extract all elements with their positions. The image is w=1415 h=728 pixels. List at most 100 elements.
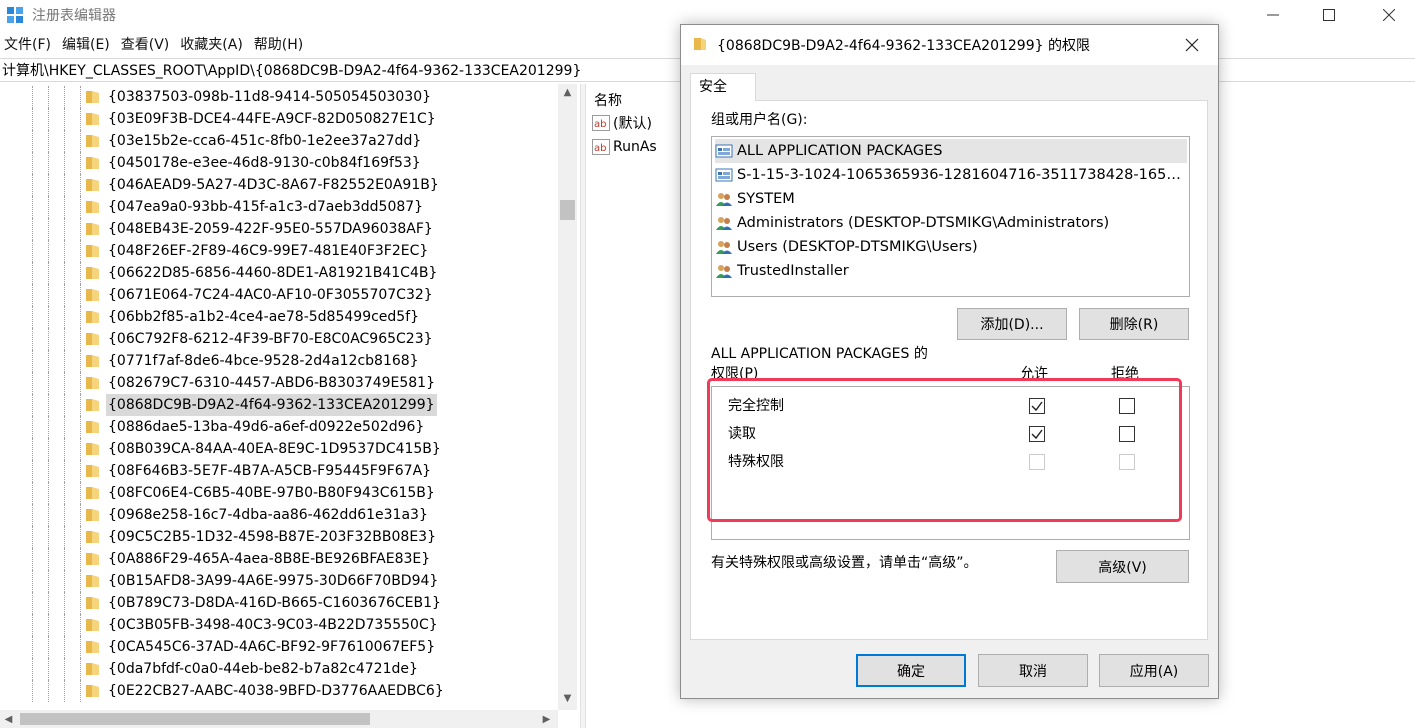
tree-vertical-scrollbar[interactable]: ▲ ▼ [558, 84, 577, 710]
tree-guide-line [64, 240, 65, 262]
folder-icon [694, 38, 706, 50]
tree-item[interactable]: {03e15b2e-cca6-451c-8fb0-1e2ee37a27dd} [0, 130, 560, 152]
tree-horizontal-scrollbar[interactable]: ◀ ▶ [0, 710, 558, 728]
user-list-item[interactable]: SYSTEM [715, 187, 1187, 211]
tree-item-label: {048EB43E-2059-422F-95E0-557DA96038AF} [108, 221, 433, 237]
tree-item[interactable]: {046AEAD9-5A27-4D3C-8A67-F82552E0A91B} [0, 174, 560, 196]
menu-help[interactable]: 帮助(H) [250, 34, 310, 56]
advanced-button[interactable]: 高级(V) [1056, 550, 1189, 583]
column-header-name[interactable]: 名称 [594, 90, 622, 110]
user-list-item[interactable]: S-1-15-3-1024-1065365936-1281604716-3511… [715, 163, 1187, 187]
tree-item[interactable]: {09C5C2B5-1D32-4598-B87E-203F32BB08E3} [0, 526, 560, 548]
tree-item[interactable]: {048EB43E-2059-422F-95E0-557DA96038AF} [0, 218, 560, 240]
tree-item-label: {08F646B3-5E7F-4B7A-A5CB-F95445F9F67A} [108, 463, 432, 479]
tree-item[interactable]: {0968e258-16c7-4dba-aa86-462dd61e31a3} [0, 504, 560, 526]
tree-guide-line [48, 548, 49, 570]
tree-guide-line [64, 570, 65, 592]
minimize-button[interactable] [1250, 0, 1296, 30]
menu-file[interactable]: 文件(F) [0, 34, 58, 56]
cancel-button[interactable]: 取消 [978, 654, 1088, 687]
tree-item[interactable]: {03E09F3B-DCE4-44FE-A9CF-82D050827E1C} [0, 108, 560, 130]
string-value-icon: ab [592, 139, 610, 155]
tree-item[interactable]: {0CA545C6-37AD-4A6C-BF92-9F7610067EF5} [0, 636, 560, 658]
tree-guide-line [80, 86, 81, 108]
tree-guide-line [64, 680, 65, 702]
tree-item[interactable]: {047ea9a0-93bb-415f-a1c3-d7aeb3dd5087} [0, 196, 560, 218]
key-tree[interactable]: {03837503-098b-11d8-9414-505054503030} {0… [0, 84, 580, 728]
tree-item[interactable]: {06C792F8-6212-4F39-BF70-E8C0AC965C23} [0, 328, 560, 350]
tree-item[interactable]: {0B789C73-D8DA-416D-B665-C1603676CEB1} [0, 592, 560, 614]
tree-guide-line [64, 548, 65, 570]
tree-item[interactable]: {06bb2f85-a1b2-4ce4-ae78-5d85499ced5f} [0, 306, 560, 328]
menu-view[interactable]: 查看(V) [117, 34, 177, 56]
menu-favorites[interactable]: 收藏夹(A) [176, 34, 250, 56]
user-list-item[interactable]: TrustedInstaller [715, 259, 1187, 283]
value-row-default[interactable]: ab (默认) [592, 112, 652, 134]
tree-item[interactable]: {03837503-098b-11d8-9414-505054503030} [0, 86, 560, 108]
tree-guide-line [80, 416, 81, 438]
user-name: S-1-15-3-1024-1065365936-1281604716-3511… [737, 167, 1187, 183]
folder-icon [86, 597, 99, 609]
tree-item[interactable]: {0A886F29-465A-4aea-8B8E-BE926BFAE83E} [0, 548, 560, 570]
tree-guide-line [32, 86, 33, 108]
tree-guide-line [64, 658, 65, 680]
add-user-button[interactable]: 添加(D)... [957, 308, 1067, 340]
tree-item-label: {08FC06E4-C6B5-40BE-97B0-B80F943C615B} [108, 485, 435, 501]
scroll-down-arrow-icon[interactable]: ▼ [558, 690, 577, 706]
tree-guide-line [64, 416, 65, 438]
value-row-runas[interactable]: ab RunAs [592, 136, 657, 158]
tree-item[interactable]: {0771f7af-8de6-4bce-9528-2d4a12cb8168} [0, 350, 560, 372]
tree-item[interactable]: {0450178e-e3ee-46d8-9130-c0b84f169f53} [0, 152, 560, 174]
tree-item[interactable]: {06622D85-6856-4460-8DE1-A81921B41C4B} [0, 262, 560, 284]
close-button[interactable] [1366, 0, 1412, 30]
user-list-item[interactable]: Users (DESKTOP-DTSMIKG\Users) [715, 235, 1187, 259]
tree-guide-line [80, 174, 81, 196]
maximize-button[interactable] [1306, 0, 1352, 30]
menu-edit[interactable]: 编辑(E) [58, 34, 117, 56]
scroll-thumb[interactable] [560, 200, 575, 220]
tree-guide-line [32, 504, 33, 526]
tree-item[interactable]: {082679C7-6310-4457-ABD6-B8303749E581} [0, 372, 560, 394]
scroll-right-arrow-icon[interactable]: ▶ [538, 710, 555, 728]
tree-item[interactable]: {0886dae5-13ba-49d6-a6ef-d0922e502d96} [0, 416, 560, 438]
tree-item[interactable]: {0C3B05FB-3498-40C3-9C03-4B22D735550C} [0, 614, 560, 636]
tree-item[interactable]: {08B039CA-84AA-40EA-8E9C-1D9537DC415B} [0, 438, 560, 460]
tree-guide-line [48, 262, 49, 284]
tree-guide-line [32, 372, 33, 394]
folder-icon [86, 223, 99, 235]
tree-item-label: {082679C7-6310-4457-ABD6-B8303749E581} [108, 375, 435, 391]
scroll-left-arrow-icon[interactable]: ◀ [0, 710, 17, 728]
tree-item[interactable]: {0671E064-7C24-4AC0-AF10-0F3055707C32} [0, 284, 560, 306]
users-list[interactable]: ALL APPLICATION PACKAGES S-1-15-3-1024-10… [711, 136, 1190, 297]
tree-item[interactable]: {048F26EF-2F89-46C9-99E7-481E40F3F2EC} [0, 240, 560, 262]
tree-item[interactable]: {0B15AFD8-3A99-4A6E-9975-30D66F70BD94} [0, 570, 560, 592]
tree-guide-line [48, 372, 49, 394]
tree-item-label: {0968e258-16c7-4dba-aa86-462dd61e31a3} [108, 507, 428, 523]
ok-button[interactable]: 确定 [856, 654, 966, 687]
remove-user-button[interactable]: 删除(R) [1079, 308, 1189, 340]
value-name: (默认) [613, 116, 652, 132]
scroll-thumb-horizontal[interactable] [20, 713, 370, 725]
tab-security[interactable]: 安全 [690, 73, 756, 101]
tree-item-label: {0771f7af-8de6-4bce-9528-2d4a12cb8168} [108, 353, 419, 369]
tree-guide-line [48, 196, 49, 218]
folder-icon [86, 311, 99, 323]
tree-guide-line [32, 240, 33, 262]
dialog-close-button[interactable] [1167, 25, 1217, 65]
folder-icon [86, 333, 99, 345]
tree-item[interactable]: {0E22CB27-AABC-4038-9BFD-D3776AAEDBC6} [0, 680, 560, 702]
user-list-item[interactable]: ALL APPLICATION PACKAGES [715, 139, 1187, 163]
tree-item[interactable]: {0868DC9B-D9A2-4f64-9362-133CEA201299} [0, 394, 560, 416]
tree-guide-line [80, 526, 81, 548]
folder-icon [86, 113, 99, 125]
tree-guide-line [64, 284, 65, 306]
apply-button[interactable]: 应用(A) [1099, 654, 1209, 687]
tree-guide-line [48, 130, 49, 152]
tree-item[interactable]: {0da7bfdf-c0a0-44eb-be82-b7a82c4721de} [0, 658, 560, 680]
tree-guide-line [80, 504, 81, 526]
tree-item[interactable]: {08FC06E4-C6B5-40BE-97B0-B80F943C615B} [0, 482, 560, 504]
user-list-item[interactable]: Administrators (DESKTOP-DTSMIKG\Administ… [715, 211, 1187, 235]
scroll-up-arrow-icon[interactable]: ▲ [558, 84, 577, 100]
tree-item[interactable]: {08F646B3-5E7F-4B7A-A5CB-F95445F9F67A} [0, 460, 560, 482]
tree-guide-line [64, 152, 65, 174]
